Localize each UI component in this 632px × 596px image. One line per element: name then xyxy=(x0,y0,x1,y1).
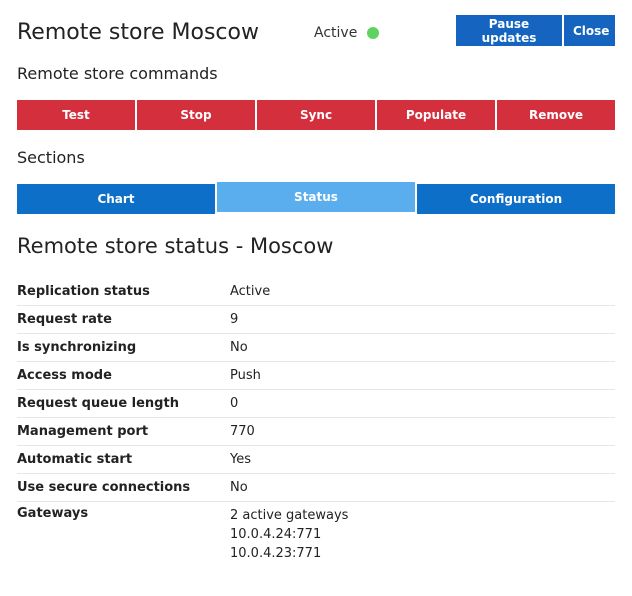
populate-button[interactable]: Populate xyxy=(377,100,497,130)
command-bar: Test Stop Sync Populate Remove xyxy=(17,100,615,130)
gateways-list: 2 active gateways 10.0.4.24:771 10.0.4.2… xyxy=(230,506,348,563)
tab-status[interactable]: Status xyxy=(217,182,417,212)
row-value: 770 xyxy=(230,424,255,439)
pause-updates-button[interactable]: Pause updates xyxy=(456,15,564,46)
tab-chart[interactable]: Chart xyxy=(17,184,217,214)
table-row: Automatic start Yes xyxy=(17,446,615,474)
sync-button[interactable]: Sync xyxy=(257,100,377,130)
row-value: 0 xyxy=(230,396,239,411)
gateway-address: 10.0.4.24:771 xyxy=(230,527,322,542)
gateways-summary: 2 active gateways xyxy=(230,508,349,523)
row-key: Use secure connections xyxy=(17,480,191,495)
table-row: Replication status Active xyxy=(17,278,615,306)
test-button[interactable]: Test xyxy=(17,100,137,130)
row-key: Management port xyxy=(17,424,149,439)
gateway-address: 10.0.4.23:771 xyxy=(230,546,322,561)
row-key: Replication status xyxy=(17,284,150,299)
table-row-gateways: Gateways 2 active gateways 10.0.4.24:771… xyxy=(17,502,615,563)
header: Remote store Moscow Active Pause updates… xyxy=(17,15,615,48)
row-key: Automatic start xyxy=(17,452,133,467)
page-title: Remote store Moscow xyxy=(17,20,259,45)
row-value: Yes xyxy=(230,452,251,467)
tab-configuration[interactable]: Configuration xyxy=(417,184,615,214)
table-row: Is synchronizing No xyxy=(17,334,615,362)
row-value: 9 xyxy=(230,312,239,327)
table-row: Access mode Push xyxy=(17,362,615,390)
row-key: Request rate xyxy=(17,312,112,327)
remove-button[interactable]: Remove xyxy=(497,100,615,130)
table-row: Request queue length 0 xyxy=(17,390,615,418)
row-value: No xyxy=(230,340,248,355)
stop-button[interactable]: Stop xyxy=(137,100,257,130)
status-table: Replication status Active Request rate 9… xyxy=(17,278,615,563)
table-row: Management port 770 xyxy=(17,418,615,446)
status-heading: Remote store status - Moscow xyxy=(17,234,334,258)
section-tabs: Chart Status Configuration xyxy=(17,182,615,214)
table-row: Request rate 9 xyxy=(17,306,615,334)
row-value: No xyxy=(230,480,248,495)
status-dot-icon xyxy=(367,27,380,39)
header-actions: Pause updates Close xyxy=(456,15,615,46)
sections-heading: Sections xyxy=(17,148,85,167)
row-key: Gateways xyxy=(17,506,89,521)
table-row: Use secure connections No xyxy=(17,474,615,502)
status-indicator: Active xyxy=(314,18,380,48)
row-value: Push xyxy=(230,368,261,383)
commands-heading: Remote store commands xyxy=(17,64,218,83)
status-text: Active xyxy=(314,25,358,41)
row-key: Request queue length xyxy=(17,396,179,411)
close-button[interactable]: Close xyxy=(564,15,615,46)
row-key: Access mode xyxy=(17,368,112,383)
row-key: Is synchronizing xyxy=(17,340,137,355)
row-value: Active xyxy=(230,284,271,299)
